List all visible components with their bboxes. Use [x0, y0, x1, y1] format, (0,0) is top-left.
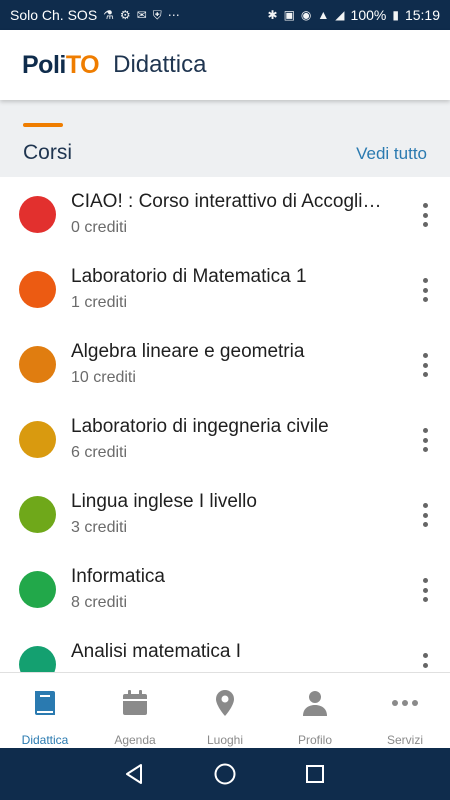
battery-level: 100% — [350, 7, 387, 23]
course-credits: 10 crediti — [71, 369, 136, 386]
shield-icon: ⛨ — [152, 7, 162, 22]
recents-button[interactable] — [301, 760, 329, 788]
more-dots-icon — [389, 687, 421, 724]
course-row[interactable]: Lingua inglese I livello 3 crediti — [0, 477, 450, 552]
carrier-label: Solo Ch. SOS — [10, 7, 98, 23]
app-bar: PoliTO Didattica — [0, 30, 450, 100]
section-title: Corsi — [23, 141, 73, 164]
course-title: Lingua inglese I livello — [71, 491, 257, 512]
usb-icon: ⚗ — [103, 8, 114, 22]
tab-profilo[interactable]: Profilo — [270, 673, 360, 748]
tab-label: Agenda — [114, 733, 156, 747]
course-menu-button[interactable] — [422, 578, 428, 602]
battery-icon: ▮ — [392, 8, 399, 22]
course-menu-button[interactable] — [422, 428, 428, 452]
polito-logo: PoliTO — [22, 50, 100, 79]
course-credits: 0 crediti — [71, 219, 128, 236]
back-icon — [126, 764, 142, 784]
course-menu-button[interactable] — [422, 353, 428, 377]
course-row[interactable]: Laboratorio di ingegneria civile 6 credit… — [0, 402, 450, 477]
course-title: Analisi matematica I — [71, 641, 242, 662]
wifi-icon: ▲ — [317, 8, 330, 22]
gmail-icon: ✉ — [136, 8, 147, 22]
course-list: CIAO! : Corso interattivo di Accoglienza… — [0, 177, 450, 672]
course-color-dot — [19, 646, 56, 672]
tab-agenda[interactable]: Agenda — [90, 673, 180, 748]
course-title: Laboratorio di Matematica 1 — [71, 266, 307, 287]
see-all-link[interactable]: Vedi tutto — [356, 144, 427, 164]
course-menu-button[interactable] — [422, 278, 428, 302]
usb-debug-icon: ⚙ — [119, 8, 131, 22]
status-bar: Solo Ch. SOS ⚗ ⚙ ✉ ⛨ ⋯ ✱ ▣ ◉ ▲ ◢ 100% ▮ … — [0, 0, 450, 30]
course-row[interactable]: Laboratorio di Matematica 1 1 crediti — [0, 252, 450, 327]
book-icon — [29, 687, 61, 724]
course-credits: 8 crediti — [71, 594, 128, 611]
map-pin-icon — [209, 687, 241, 724]
recents-icon — [306, 765, 324, 783]
tab-didattica[interactable]: Didattica — [0, 673, 90, 748]
tab-servizi[interactable]: Servizi — [360, 673, 450, 748]
course-credits: 1 crediti — [71, 294, 128, 311]
bluetooth-icon: ✱ — [267, 8, 278, 22]
nfc-icon: ▣ — [283, 8, 295, 22]
course-color-dot — [19, 571, 56, 608]
tab-label: Didattica — [21, 733, 69, 747]
home-icon — [214, 763, 236, 785]
course-row[interactable]: Analisi matematica I — [0, 627, 450, 672]
course-color-dot — [19, 271, 56, 308]
eye-icon: ◉ — [300, 8, 312, 22]
home-button[interactable] — [211, 760, 239, 788]
course-title: CIAO! : Corso interattivo di Accoglienza — [71, 191, 391, 212]
tab-label: Profilo — [297, 733, 332, 747]
clock: 15:19 — [404, 7, 440, 23]
section-accent-bar — [23, 123, 63, 127]
page-title: Didattica — [113, 51, 207, 78]
course-credits: 6 crediti — [71, 444, 128, 461]
course-row[interactable]: Algebra lineare e geometria 10 crediti — [0, 327, 450, 402]
section-header: Corsi Vedi tutto — [0, 100, 450, 177]
tab-luoghi[interactable]: Luoghi — [180, 673, 270, 748]
course-menu-button[interactable] — [422, 503, 428, 527]
course-title: Algebra lineare e geometria — [71, 341, 305, 362]
calendar-icon — [119, 687, 151, 724]
course-color-dot — [19, 196, 56, 233]
tab-label: Servizi — [386, 733, 423, 747]
course-title: Laboratorio di ingegneria civile — [71, 416, 329, 437]
course-row[interactable]: Informatica 8 crediti — [0, 552, 450, 627]
course-row[interactable]: CIAO! : Corso interattivo di Accoglienza… — [0, 177, 450, 252]
back-button[interactable] — [121, 760, 149, 788]
signal-icon: ◢ — [335, 8, 345, 22]
android-nav-bar — [0, 748, 450, 800]
course-color-dot — [19, 346, 56, 383]
course-menu-button[interactable] — [422, 653, 428, 672]
more-icon: ⋯ — [167, 8, 180, 22]
course-menu-button[interactable] — [422, 203, 428, 227]
course-title: Informatica — [71, 566, 165, 587]
course-credits: 3 crediti — [71, 519, 128, 536]
tab-label: Luoghi — [206, 733, 244, 747]
bottom-tab-bar: Didattica Agenda Luoghi Profilo Servizi — [0, 672, 450, 748]
person-icon — [299, 687, 331, 724]
course-color-dot — [19, 421, 56, 458]
course-color-dot — [19, 496, 56, 533]
